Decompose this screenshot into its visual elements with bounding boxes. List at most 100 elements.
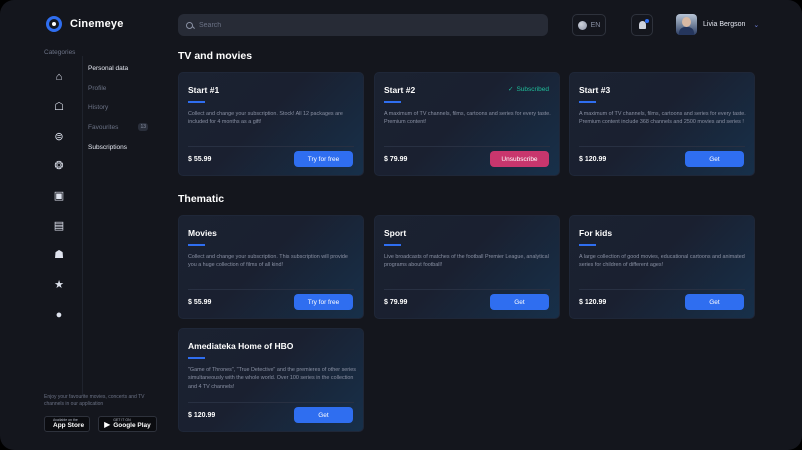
plan-card-movies: Movies Collect and change your subscript… (178, 215, 364, 319)
submenu-item-label: Subscriptions (88, 143, 128, 151)
film-icon[interactable]: ▣ (52, 189, 66, 203)
card-price: $ 120.99 (579, 299, 607, 306)
card-divider (188, 402, 354, 403)
status-label: Subscribed (516, 85, 549, 93)
submenu-item-favourites[interactable]: Favourites 13 (88, 122, 148, 132)
plan-card-sport: Sport Live broadcasts of matches of the … (374, 215, 560, 319)
submenu-item-personal-data[interactable]: Personal data (88, 63, 148, 73)
card-title: Start #3 (579, 85, 611, 95)
app-window: Cinemeye Categories ⌂ ☖ ⊜ ❂ ▣ ▤ ☗ ★ ● Pe… (0, 0, 802, 450)
sidebar-divider (82, 56, 83, 396)
submenu-item-label: Profile (88, 84, 107, 92)
avatar (676, 14, 697, 35)
card-price: $ 55.99 (188, 299, 212, 306)
try-for-free-button[interactable]: Try for free (294, 151, 353, 167)
app-store-button[interactable]: Available on the App Store (44, 416, 91, 432)
card-title: Start #1 (188, 85, 220, 95)
submenu-item-label: Favourites (88, 123, 119, 131)
chevron-down-icon: ⌄ (753, 21, 760, 29)
card-price: $ 79.99 (384, 299, 408, 306)
submenu-item-label: History (88, 103, 109, 111)
notification-dot (644, 19, 649, 23)
card-price: $ 120.99 (188, 412, 216, 419)
plan-card-start-3: Start #3 A maximum of TV channels, films… (569, 72, 755, 176)
title-underline (579, 101, 596, 103)
globe-icon (577, 20, 587, 30)
title-underline (188, 101, 205, 103)
get-button[interactable]: Get (685, 151, 744, 167)
search-icon (186, 21, 193, 29)
title-underline (188, 244, 205, 246)
star-icon[interactable]: ★ (52, 278, 66, 292)
card-divider (188, 146, 354, 147)
title-underline (188, 357, 205, 359)
card-price: $ 120.99 (579, 156, 607, 163)
user-menu[interactable]: Livia Bergson ⌄ (676, 14, 759, 35)
plan-card-start-1: Start #1 Collect and change your subscri… (178, 72, 364, 176)
card-price: $ 55.99 (188, 156, 212, 163)
dragon-icon[interactable]: ❂ (52, 159, 66, 173)
cat-icon[interactable]: ☗ (52, 248, 66, 262)
title-underline (384, 101, 401, 103)
search-input[interactable] (199, 21, 529, 29)
language-code: EN (590, 21, 601, 29)
store-name: App Store (53, 421, 85, 429)
card-divider (188, 289, 354, 290)
section-title-thematic: Thematic (178, 193, 225, 205)
card-divider (579, 289, 745, 290)
user-name: Livia Bergson (703, 21, 746, 28)
card-title: Sport (384, 228, 407, 238)
app-promo-text: Enjoy your favourite movies, concerts an… (44, 394, 145, 408)
card-description: Collect and change your subscription. Th… (188, 254, 348, 269)
card-title: For kids (579, 228, 613, 238)
try-for-free-button[interactable]: Try for free (294, 294, 353, 310)
clapper-icon[interactable]: ▤ (52, 219, 66, 233)
bell-icon (638, 19, 649, 29)
card-description: A maximum of TV channels, films, cartoon… (579, 111, 746, 126)
plan-card-start-2: Start #2 ✓ Subscribed A maximum of TV ch… (374, 72, 560, 176)
get-button[interactable]: Get (490, 294, 549, 310)
card-divider (384, 289, 550, 290)
get-button[interactable]: Get (294, 407, 353, 423)
language-switcher[interactable]: EN (572, 14, 606, 36)
title-underline (384, 244, 401, 246)
card-description: Collect and change your subscription. St… (188, 111, 343, 126)
plan-card-amediateka-hbo: Amediateka Home of HBO "Game of Thrones"… (178, 328, 364, 432)
title-underline (579, 244, 596, 246)
logo-icon (46, 16, 62, 32)
store-name: Google Play (113, 421, 151, 429)
submenu-item-history[interactable]: History (88, 102, 148, 112)
categories-label: Categories (44, 49, 76, 56)
search-bar (178, 14, 548, 36)
card-description: A large collection of good movies, educa… (579, 254, 745, 269)
notifications-button[interactable] (631, 14, 653, 36)
card-title: Start #2 (384, 85, 416, 95)
subscribed-status: ✓ Subscribed (508, 85, 549, 94)
theater-icon[interactable]: ⊜ (52, 130, 66, 144)
home-icon[interactable]: ⌂ (52, 70, 66, 84)
card-description: A maximum of TV channels, films, cartoon… (384, 111, 551, 126)
app-logo[interactable]: Cinemeye (46, 16, 124, 32)
card-divider (579, 146, 745, 147)
google-play-button[interactable]: ▶ GET IT ON Google Play (98, 416, 157, 432)
app-name: Cinemeye (70, 18, 124, 30)
card-title: Movies (188, 228, 217, 238)
card-divider (384, 146, 550, 147)
user-icon[interactable]: ● (52, 308, 66, 322)
submenu-item-label: Personal data (88, 64, 129, 72)
card-price: $ 79.99 (384, 156, 408, 163)
unsubscribe-button[interactable]: Unsubscribe (490, 151, 549, 167)
google-play-icon: ▶ (104, 419, 111, 429)
card-description: Live broadcasts of matches of the footba… (384, 254, 549, 269)
get-button[interactable]: Get (685, 294, 744, 310)
store-buttons: Available on the App Store ▶ GET IT ON G… (44, 416, 157, 432)
plan-card-for-kids: For kids A large collection of good movi… (569, 215, 755, 319)
check-icon: ✓ (508, 86, 514, 93)
card-description: "Game of Thrones", "True Detective" and … (188, 367, 356, 390)
submenu-item-profile[interactable]: Profile (88, 83, 148, 93)
section-title-tv-and-movies: TV and movies (178, 50, 253, 62)
robot-icon[interactable]: ☖ (52, 100, 66, 114)
submenu-item-subscriptions[interactable]: Subscriptions (88, 142, 148, 152)
favourites-count-badge: 13 (138, 123, 148, 131)
card-title: Amediateka Home of HBO (188, 341, 294, 351)
